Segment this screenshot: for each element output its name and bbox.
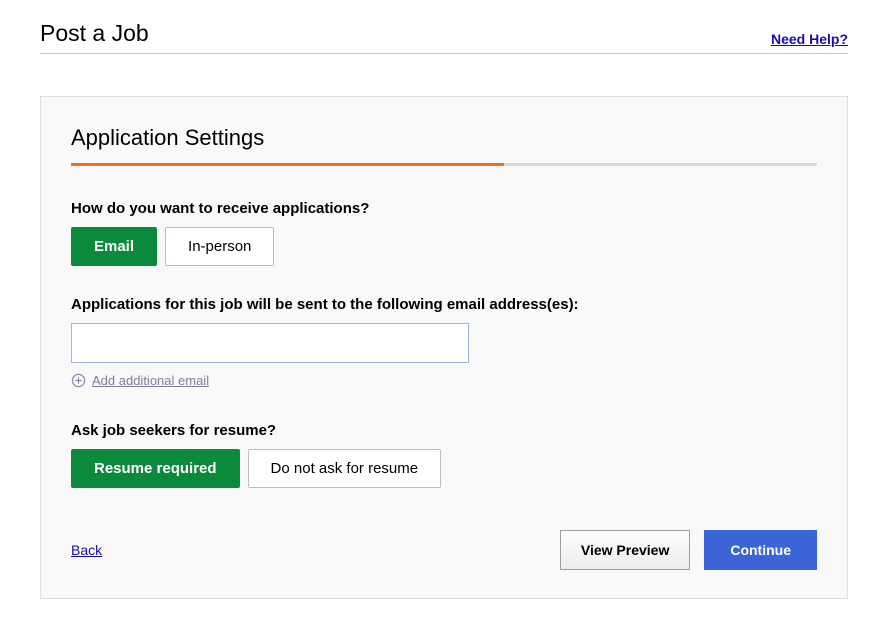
receive-apps-label: How do you want to receive applications? — [71, 200, 817, 217]
view-preview-button[interactable]: View Preview — [560, 530, 690, 570]
plus-circle-icon — [71, 373, 86, 388]
page-header: Post a Job Need Help? — [40, 20, 848, 54]
progress-bar — [71, 163, 817, 166]
back-link[interactable]: Back — [71, 542, 102, 558]
do-not-ask-resume-button[interactable]: Do not ask for resume — [248, 449, 442, 488]
page-title: Post a Job — [40, 20, 149, 47]
section-title: Application Settings — [71, 125, 817, 151]
resume-options: Resume required Do not ask for resume — [71, 449, 817, 488]
action-row: Back View Preview Continue — [71, 530, 817, 570]
resume-required-button[interactable]: Resume required — [71, 449, 240, 488]
in-person-option-button[interactable]: In-person — [165, 227, 274, 266]
email-input[interactable] — [71, 323, 469, 363]
receive-apps-options: Email In-person — [71, 227, 817, 266]
add-email-link-text: Add additional email — [92, 373, 209, 388]
email-field-label: Applications for this job will be sent t… — [71, 296, 817, 313]
continue-button[interactable]: Continue — [704, 530, 817, 570]
need-help-link[interactable]: Need Help? — [771, 31, 848, 47]
resume-field-label: Ask job seekers for resume? — [71, 422, 817, 439]
progress-fill — [71, 163, 504, 166]
email-option-button[interactable]: Email — [71, 227, 157, 266]
right-actions: View Preview Continue — [560, 530, 817, 570]
add-additional-email-link[interactable]: Add additional email — [71, 373, 209, 388]
settings-panel: Application Settings How do you want to … — [40, 96, 848, 599]
